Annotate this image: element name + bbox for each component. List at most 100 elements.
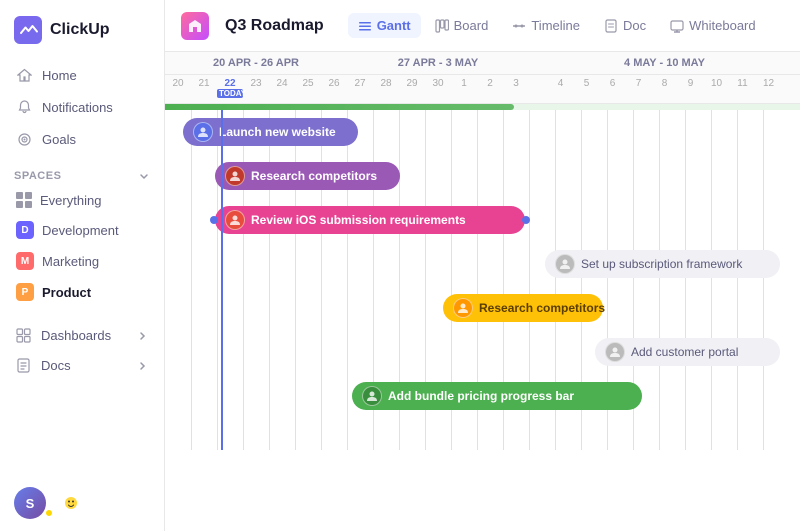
sidebar-item-home[interactable]: Home <box>8 60 156 90</box>
spaces-section-header: Spaces <box>0 158 164 186</box>
sidebar-item-docs[interactable]: Docs <box>8 351 156 380</box>
day-cell: 21 <box>191 75 217 101</box>
tab-timeline[interactable]: Timeline <box>502 13 590 38</box>
avatar: S <box>14 487 46 519</box>
dependency-dot-left <box>210 216 218 224</box>
everything-label: Everything <box>40 193 101 208</box>
view-tabs: Gantt Board Timeline Doc Whiteboard <box>348 13 766 38</box>
dashboards-label: Dashboards <box>41 328 111 343</box>
day-cell: 1 <box>451 75 477 92</box>
sidebar-item-everything[interactable]: Everything <box>8 186 156 214</box>
tab-gantt[interactable]: Gantt <box>348 13 421 38</box>
marketing-label: Marketing <box>42 254 99 269</box>
sidebar-item-development[interactable]: D Development <box>8 215 156 245</box>
task-bar-bundle-pricing[interactable]: Add bundle pricing progress bar <box>352 382 642 410</box>
day-cell: 24 <box>269 75 295 101</box>
whiteboard-icon <box>670 19 684 33</box>
tab-doc[interactable]: Doc <box>594 13 656 38</box>
task-bar-research-competitors-1[interactable]: Research competitors <box>215 162 400 190</box>
tab-board[interactable]: Board <box>425 13 499 38</box>
home-icon <box>16 67 32 83</box>
user-status-indicator <box>44 508 54 518</box>
task-label: Research competitors <box>479 301 605 315</box>
product-dot: P <box>16 283 34 301</box>
gantt-rows: Launch new website Research competitors … <box>165 110 800 450</box>
board-icon <box>435 19 449 33</box>
tab-whiteboard[interactable]: Whiteboard <box>660 13 765 38</box>
sidebar-item-marketing[interactable]: M Marketing <box>8 246 156 276</box>
day-cell: 20 <box>165 75 191 101</box>
day-cell: 4 <box>548 75 574 92</box>
target-icon <box>16 131 32 147</box>
topbar: Q3 Roadmap Gantt Board Timeline Doc Whit… <box>165 0 800 52</box>
date-group-3: 4 MAY - 10 MAY 4 5 6 7 8 9 10 11 12 <box>529 52 800 103</box>
gantt-chart: 20 APR - 26 APR 20 21 22TODAY 23 24 25 2… <box>165 52 800 531</box>
day-cell: 7 <box>626 75 652 92</box>
day-cell: 6 <box>600 75 626 92</box>
date-group-1-label: 20 APR - 26 APR <box>165 52 347 75</box>
task-bar-subscription[interactable]: Set up subscription framework <box>545 250 780 278</box>
day-cell: 5 <box>574 75 600 92</box>
day-cell: 2 <box>477 75 503 92</box>
day-today: 22TODAY <box>217 75 243 101</box>
date-group-2-days: 27 28 29 30 1 2 3 <box>347 75 529 92</box>
date-group-1: 20 APR - 26 APR 20 21 22TODAY 23 24 25 2… <box>165 52 347 103</box>
day-cell: 9 <box>678 75 704 92</box>
sidebar-item-notifications[interactable]: Notifications <box>8 92 156 122</box>
day-cell: 12 <box>756 75 782 92</box>
sidebar-notifications-label: Notifications <box>42 100 113 115</box>
clickup-logo-icon <box>14 16 42 44</box>
task-label: Set up subscription framework <box>581 257 742 271</box>
sidebar-item-dashboards[interactable]: Dashboards <box>8 321 156 350</box>
day-cell: 10 <box>704 75 730 92</box>
task-bar-research-competitors-2[interactable]: Research competitors <box>443 294 603 322</box>
marketing-dot: M <box>16 252 34 270</box>
task-label: Add customer portal <box>631 345 738 359</box>
tab-timeline-label: Timeline <box>531 18 580 33</box>
chevron-right-icon <box>136 330 148 342</box>
task-avatar <box>605 342 625 362</box>
date-group-3-days: 4 5 6 7 8 9 10 11 12 <box>548 75 782 92</box>
emoji-icon <box>64 496 78 510</box>
docs-label: Docs <box>41 358 71 373</box>
sidebar-goals-label: Goals <box>42 132 76 147</box>
task-avatar <box>453 298 473 318</box>
gantt-icon <box>358 19 372 33</box>
sidebar-bottom-nav: Dashboards Docs <box>0 319 164 382</box>
date-group-1-days: 20 21 22TODAY 23 24 25 26 <box>165 75 347 101</box>
docs-icon <box>16 358 31 373</box>
task-avatar <box>555 254 575 274</box>
tab-whiteboard-label: Whiteboard <box>689 18 755 33</box>
day-cell: 30 <box>425 75 451 92</box>
today-line <box>221 110 223 450</box>
task-label: Review iOS submission requirements <box>251 213 466 227</box>
timeline-icon <box>512 19 526 33</box>
task-bar-customer-portal[interactable]: Add customer portal <box>595 338 780 366</box>
chevron-right-docs-icon <box>136 360 148 372</box>
tab-board-label: Board <box>454 18 489 33</box>
development-label: Development <box>42 223 119 238</box>
tab-doc-label: Doc <box>623 18 646 33</box>
date-header: 20 APR - 26 APR 20 21 22TODAY 23 24 25 2… <box>165 52 800 104</box>
app-logo: ClickUp <box>0 0 164 56</box>
task-bar-launch-website[interactable]: Launch new website <box>183 118 358 146</box>
sidebar-item-product[interactable]: P Product <box>8 277 156 307</box>
task-avatar <box>225 210 245 230</box>
day-cell: 25 <box>295 75 321 101</box>
sidebar-item-goals[interactable]: Goals <box>8 124 156 154</box>
date-group-2: 27 APR - 3 MAY 27 28 29 30 1 2 3 <box>347 52 529 103</box>
spaces-list: Everything D Development M Marketing P P… <box>0 186 164 307</box>
task-label: Research competitors <box>251 169 377 183</box>
task-bar-review-ios[interactable]: Review iOS submission requirements <box>215 206 525 234</box>
day-cell: 8 <box>652 75 678 92</box>
user-profile-section[interactable]: S <box>0 475 164 531</box>
sidebar-home-label: Home <box>42 68 77 83</box>
grid-icon <box>16 192 32 208</box>
day-cell: 28 <box>373 75 399 92</box>
dependency-dot-right <box>522 216 530 224</box>
date-group-3-label: 4 MAY - 10 MAY <box>529 52 800 75</box>
day-cell: 3 <box>503 75 529 92</box>
day-cell: 11 <box>730 75 756 92</box>
product-label: Product <box>42 285 91 300</box>
task-avatar <box>225 166 245 186</box>
